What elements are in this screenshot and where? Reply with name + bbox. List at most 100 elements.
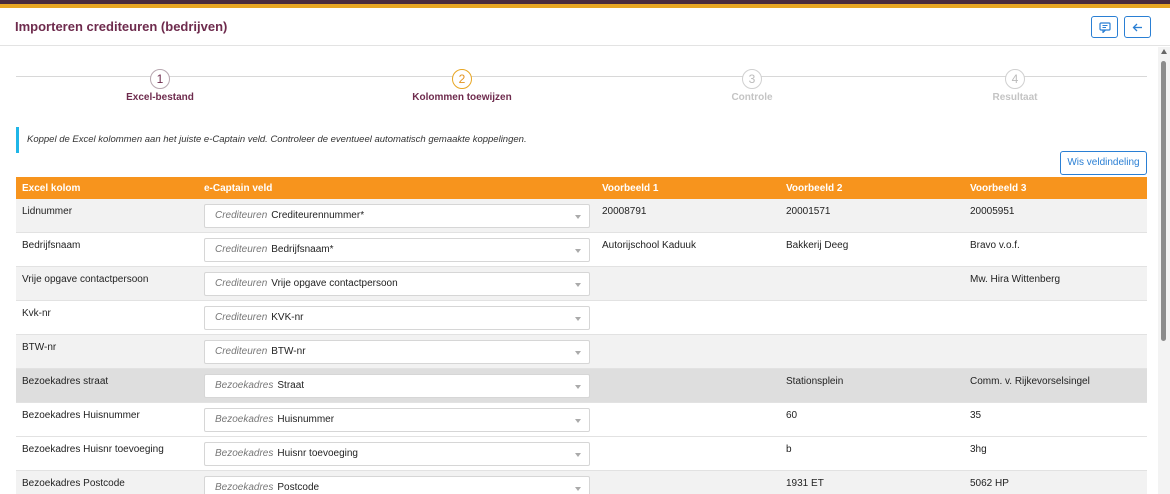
table-row: Lidnummer Crediteuren Crediteurennummer* … [16, 199, 1147, 233]
chevron-down-icon [575, 215, 581, 219]
table-row: Bezoekadres Huisnummer Bezoekadres Huisnu… [16, 403, 1147, 437]
arrow-left-icon [1132, 23, 1142, 31]
column-header-voorbeeld-3: Voorbeeld 3 [970, 183, 1027, 194]
step-excel-bestand[interactable]: 1 Excel-bestand [60, 69, 260, 103]
excel-column-name: Bezoekadres Huisnr toevoeging [22, 444, 164, 455]
table-row: Bezoekadres Huisnr toevoeging Bezoekadre… [16, 437, 1147, 471]
step-number: 1 [150, 69, 170, 89]
example-3: 5062 HP [970, 478, 1009, 489]
field-select[interactable]: Crediteuren BTW-nr [204, 340, 590, 364]
comment-icon [1098, 21, 1111, 33]
column-header-voorbeeld-2: Voorbeeld 2 [786, 183, 843, 194]
step-label: Excel-bestand [126, 92, 194, 103]
field-group: Bezoekadres [215, 448, 274, 459]
field-value: Straat [277, 380, 305, 391]
excel-column-name: Bezoekadres Huisnummer [22, 410, 140, 421]
example-3: 3hg [970, 444, 987, 455]
chevron-down-icon [575, 419, 581, 423]
chevron-down-icon [575, 453, 581, 457]
column-header-voorbeeld-1: Voorbeeld 1 [602, 183, 659, 194]
main-content: 1 Excel-bestand 2 Kolommen toewijzen 3 C… [0, 47, 1158, 494]
field-select[interactable]: Crediteuren KVK-nr [204, 306, 590, 330]
field-value: Huisnummer [277, 414, 335, 425]
mapping-table: Excel kolom e-Captain veld Voorbeeld 1 V… [16, 177, 1147, 494]
example-2: Stationsplein [786, 376, 844, 387]
chevron-down-icon [575, 385, 581, 389]
table-row: Bedrijfsnaam Crediteuren Bedrijfsnaam* Au… [16, 233, 1147, 267]
step-resultaat: 4 Resultaat [915, 69, 1115, 103]
chevron-down-icon [575, 283, 581, 287]
page-title: Importeren crediteuren (bedrijven) [15, 19, 228, 34]
import-window: Importeren crediteuren (bedrijven) 1 Exc… [0, 8, 1170, 494]
field-select[interactable]: Bezoekadres Huisnummer [204, 408, 590, 432]
comment-button[interactable] [1091, 16, 1118, 38]
excel-column-name: Lidnummer [22, 206, 73, 217]
field-select[interactable]: Bezoekadres Postcode [204, 476, 590, 494]
example-2: 20001571 [786, 206, 831, 217]
example-1: Autorijschool Kaduuk [602, 240, 696, 251]
step-number: 2 [452, 69, 472, 89]
chevron-down-icon [575, 249, 581, 253]
step-label: Resultaat [992, 92, 1038, 103]
field-group: Crediteuren [215, 346, 268, 357]
excel-column-name: Vrije opgave contactpersoon [22, 274, 149, 285]
example-3: Mw. Hira Wittenberg [970, 274, 1061, 285]
field-group: Crediteuren [215, 210, 268, 221]
top-accent-bar [0, 0, 1170, 8]
field-select[interactable]: Bezoekadres Straat [204, 374, 590, 398]
field-value: Crediteurennummer* [271, 210, 365, 221]
field-value: Bedrijfsnaam* [271, 244, 334, 255]
table-row: Bezoekadres Postcode Bezoekadres Postcode… [16, 471, 1147, 494]
excel-column-name: Bedrijfsnaam [22, 240, 81, 251]
example-3: Comm. v. Rijkevorselsingel [970, 376, 1090, 387]
wis-veldindeling-button[interactable]: Wis veldindeling [1060, 151, 1147, 175]
field-group: Crediteuren [215, 278, 268, 289]
field-group: Crediteuren [215, 244, 268, 255]
field-value: Postcode [277, 482, 320, 493]
chevron-down-icon [575, 351, 581, 355]
field-group: Bezoekadres [215, 380, 274, 391]
step-label: Kolommen toewijzen [412, 92, 512, 103]
example-3: Bravo v.o.f. [970, 240, 1020, 251]
step-number: 3 [742, 69, 762, 89]
field-value: BTW-nr [271, 346, 306, 357]
table-row: Kvk-nr Crediteuren KVK-nr [16, 301, 1147, 335]
back-button[interactable] [1124, 16, 1151, 38]
table-row: BTW-nr Crediteuren BTW-nr [16, 335, 1147, 369]
excel-column-name: BTW-nr [22, 342, 57, 353]
excel-column-name: Bezoekadres straat [22, 376, 109, 387]
excel-column-name: Kvk-nr [22, 308, 51, 319]
field-select[interactable]: Crediteuren Crediteurennummer* [204, 204, 590, 228]
info-message: Koppel de Excel kolommen aan het juiste … [16, 127, 616, 153]
table-header: Excel kolom e-Captain veld Voorbeeld 1 V… [16, 177, 1147, 199]
vertical-scrollbar[interactable] [1158, 47, 1170, 494]
column-header-ecaptain-veld: e-Captain veld [204, 183, 273, 194]
field-value: KVK-nr [271, 312, 304, 323]
column-header-excel-kolom: Excel kolom [22, 183, 81, 194]
scrollbar-thumb[interactable] [1161, 61, 1166, 341]
field-group: Crediteuren [215, 312, 268, 323]
example-2: 60 [786, 410, 798, 421]
table-row: Vrije opgave contactpersoon Crediteuren V… [16, 267, 1147, 301]
chevron-down-icon [575, 317, 581, 321]
table-row-highlighted: Bezoekadres straat Bezoekadres Straat Sta… [16, 369, 1147, 403]
field-select[interactable]: Crediteuren Bedrijfsnaam* [204, 238, 590, 262]
step-number: 4 [1005, 69, 1025, 89]
field-group: Bezoekadres [215, 482, 274, 493]
field-value: Vrije opgave contactpersoon [271, 278, 398, 289]
field-value: Huisnr toevoeging [277, 448, 358, 459]
chevron-down-icon [575, 487, 581, 491]
field-select[interactable]: Bezoekadres Huisnr toevoeging [204, 442, 590, 466]
scroll-up-arrow-icon[interactable] [1161, 49, 1167, 54]
field-group: Bezoekadres [215, 414, 274, 425]
step-kolommen-toewijzen[interactable]: 2 Kolommen toewijzen [362, 69, 562, 103]
example-2: 1931 ET [786, 478, 824, 489]
example-2: Bakkerij Deeg [786, 240, 849, 251]
example-3: 35 [970, 410, 982, 421]
step-controle: 3 Controle [652, 69, 852, 103]
example-1: 20008791 [602, 206, 647, 217]
field-select[interactable]: Crediteuren Vrije opgave contactpersoon [204, 272, 590, 296]
example-2: b [786, 444, 792, 455]
window-header: Importeren crediteuren (bedrijven) [0, 8, 1170, 46]
step-label: Controle [731, 92, 773, 103]
